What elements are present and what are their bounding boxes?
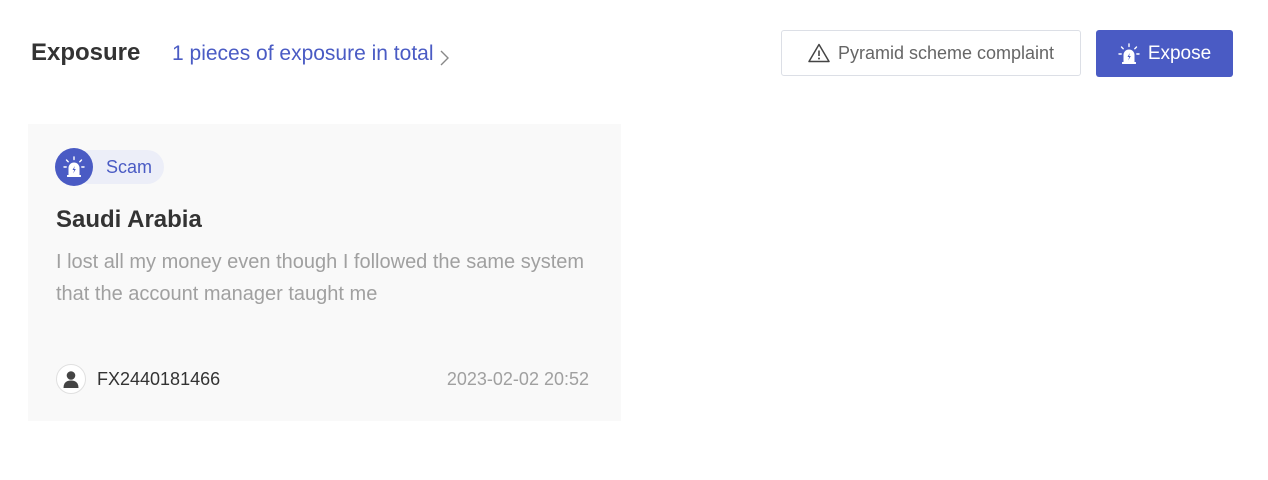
user-avatar-icon xyxy=(56,364,86,394)
author-username: FX2440181466 xyxy=(97,368,221,389)
alarm-light-icon xyxy=(55,148,93,186)
card-description: I lost all my money even though I follow… xyxy=(56,251,585,305)
category-tag: Scam xyxy=(55,148,164,186)
exposure-count-text: 1 pieces of exposure in total xyxy=(172,42,434,65)
chevron-right-icon xyxy=(440,46,449,66)
expose-button-label: Expose xyxy=(1147,42,1212,64)
card-timestamp: 2023-02-02 20:52 xyxy=(446,369,589,389)
page-title: Exposure xyxy=(31,39,141,66)
card-title: Saudi Arabia xyxy=(56,206,202,233)
warning-triangle-icon xyxy=(808,43,830,63)
card-author: FX2440181466 xyxy=(56,364,220,394)
exposure-page: Exposure 1 pieces of exposure in total P… xyxy=(0,0,1268,480)
exposure-card[interactable]: Scam Saudi Arabia I lost all my money ev… xyxy=(28,124,621,421)
exposure-count-link[interactable]: 1 pieces of exposure in total xyxy=(172,40,449,68)
alarm-light-icon xyxy=(1118,42,1140,65)
pyramid-scheme-complaint-button[interactable]: Pyramid scheme complaint xyxy=(781,30,1081,76)
category-tag-label: Scam xyxy=(106,156,153,177)
complaint-button-label: Pyramid scheme complaint xyxy=(837,42,1055,63)
expose-button[interactable]: Expose xyxy=(1096,30,1233,77)
